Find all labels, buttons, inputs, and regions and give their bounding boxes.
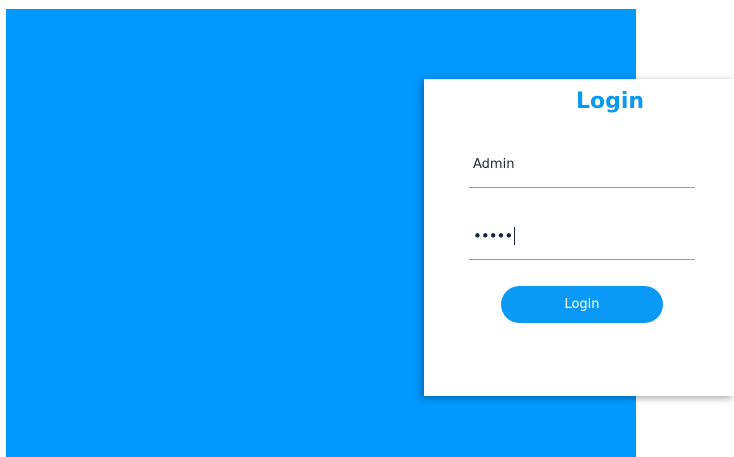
text-cursor	[514, 226, 516, 245]
login-card: Login Admin ••••• Login	[424, 79, 734, 396]
login-title: Login	[575, 89, 645, 114]
login-button[interactable]: Login	[501, 286, 663, 323]
password-masked-text: •••••	[473, 227, 513, 245]
password-field[interactable]: •••••	[469, 225, 695, 260]
password-value: •••••	[473, 226, 516, 246]
page: Login Admin ••••• Login	[0, 0, 734, 457]
username-field[interactable]: Admin	[469, 153, 695, 188]
username-value: Admin	[473, 157, 515, 172]
